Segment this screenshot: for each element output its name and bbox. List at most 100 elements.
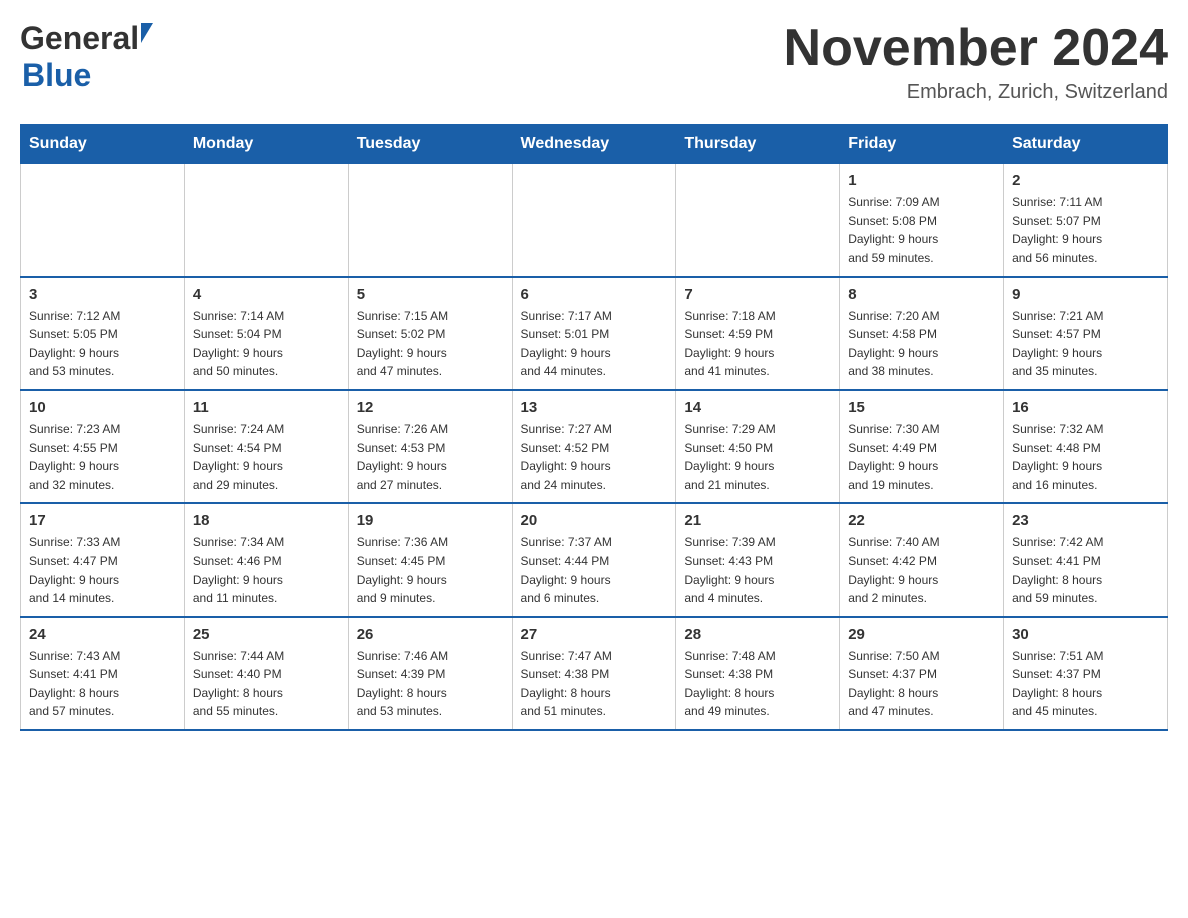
calendar-day-cell: 6 Sunrise: 7:17 AM Sunset: 5:01 PM Daylig… — [512, 277, 676, 390]
day-number: 16 — [1012, 399, 1159, 416]
calendar-week-row: 24Sunrise: 7:43 AM Sunset: 4:41 PM Dayli… — [21, 617, 1168, 730]
weekday-header-thursday: Thursday — [676, 125, 840, 164]
calendar-day-cell: 23 Sunrise: 7:42 AM Sunset: 4:41 PM Dayli… — [1004, 503, 1168, 616]
day-number: 13 — [521, 399, 668, 416]
day-info: Sunrise: 7:42 AM Sunset: 4:41 PM Dayligh… — [1012, 533, 1159, 607]
weekday-header-monday: Monday — [184, 125, 348, 164]
day-number: 9 — [1012, 286, 1159, 303]
weekday-header-wednesday: Wednesday — [512, 125, 676, 164]
calendar-day-cell: 25Sunrise: 7:44 AM Sunset: 4:40 PM Dayli… — [184, 617, 348, 730]
calendar-day-cell: 16 Sunrise: 7:32 AM Sunset: 4:48 PM Dayli… — [1004, 390, 1168, 503]
calendar-day-cell — [348, 164, 512, 277]
day-info: Sunrise: 7:18 AM Sunset: 4:59 PM Dayligh… — [684, 307, 831, 381]
day-info: Sunrise: 7:51 AM Sunset: 4:37 PM Dayligh… — [1012, 647, 1159, 721]
day-info: Sunrise: 7:36 AM Sunset: 4:45 PM Dayligh… — [357, 533, 504, 607]
day-number: 23 — [1012, 512, 1159, 529]
day-info: Sunrise: 7:17 AM Sunset: 5:01 PM Dayligh… — [521, 307, 668, 381]
day-number: 6 — [521, 286, 668, 303]
day-number: 4 — [193, 286, 340, 303]
calendar-header: SundayMondayTuesdayWednesdayThursdayFrid… — [21, 125, 1168, 164]
day-number: 22 — [848, 512, 995, 529]
day-number: 28 — [684, 626, 831, 643]
day-info: Sunrise: 7:15 AM Sunset: 5:02 PM Dayligh… — [357, 307, 504, 381]
page-header: General Blue November 2024 Embrach, Zuri… — [20, 20, 1168, 104]
day-number: 3 — [29, 286, 176, 303]
calendar-day-cell: 2Sunrise: 7:11 AM Sunset: 5:07 PM Daylig… — [1004, 164, 1168, 277]
day-number: 21 — [684, 512, 831, 529]
day-info: Sunrise: 7:43 AM Sunset: 4:41 PM Dayligh… — [29, 647, 176, 721]
calendar-day-cell: 14Sunrise: 7:29 AM Sunset: 4:50 PM Dayli… — [676, 390, 840, 503]
day-number: 30 — [1012, 626, 1159, 643]
day-info: Sunrise: 7:34 AM Sunset: 4:46 PM Dayligh… — [193, 533, 340, 607]
day-number: 2 — [1012, 172, 1159, 189]
day-number: 11 — [193, 399, 340, 416]
weekday-header-friday: Friday — [840, 125, 1004, 164]
day-number: 8 — [848, 286, 995, 303]
day-number: 15 — [848, 399, 995, 416]
calendar-day-cell: 17Sunrise: 7:33 AM Sunset: 4:47 PM Dayli… — [21, 503, 185, 616]
weekday-header-sunday: Sunday — [21, 125, 185, 164]
calendar-day-cell — [21, 164, 185, 277]
calendar-day-cell — [512, 164, 676, 277]
day-info: Sunrise: 7:39 AM Sunset: 4:43 PM Dayligh… — [684, 533, 831, 607]
calendar-day-cell: 4Sunrise: 7:14 AM Sunset: 5:04 PM Daylig… — [184, 277, 348, 390]
day-info: Sunrise: 7:50 AM Sunset: 4:37 PM Dayligh… — [848, 647, 995, 721]
calendar-day-cell: 19Sunrise: 7:36 AM Sunset: 4:45 PM Dayli… — [348, 503, 512, 616]
calendar-day-cell: 11 Sunrise: 7:24 AM Sunset: 4:54 PM Dayli… — [184, 390, 348, 503]
calendar-day-cell: 9 Sunrise: 7:21 AM Sunset: 4:57 PM Daylig… — [1004, 277, 1168, 390]
day-number: 5 — [357, 286, 504, 303]
logo-general: General — [20, 20, 139, 57]
day-number: 14 — [684, 399, 831, 416]
day-info: Sunrise: 7:27 AM Sunset: 4:52 PM Dayligh… — [521, 420, 668, 494]
calendar-day-cell: 7 Sunrise: 7:18 AM Sunset: 4:59 PM Daylig… — [676, 277, 840, 390]
calendar-day-cell: 1 Sunrise: 7:09 AM Sunset: 5:08 PM Daylig… — [840, 164, 1004, 277]
logo-blue: Blue — [20, 57, 91, 94]
day-info: Sunrise: 7:26 AM Sunset: 4:53 PM Dayligh… — [357, 420, 504, 494]
day-info: Sunrise: 7:44 AM Sunset: 4:40 PM Dayligh… — [193, 647, 340, 721]
day-number: 20 — [521, 512, 668, 529]
calendar-day-cell: 29Sunrise: 7:50 AM Sunset: 4:37 PM Dayli… — [840, 617, 1004, 730]
calendar-day-cell: 8 Sunrise: 7:20 AM Sunset: 4:58 PM Daylig… — [840, 277, 1004, 390]
day-info: Sunrise: 7:37 AM Sunset: 4:44 PM Dayligh… — [521, 533, 668, 607]
day-info: Sunrise: 7:24 AM Sunset: 4:54 PM Dayligh… — [193, 420, 340, 494]
day-info: Sunrise: 7:12 AM Sunset: 5:05 PM Dayligh… — [29, 307, 176, 381]
day-info: Sunrise: 7:46 AM Sunset: 4:39 PM Dayligh… — [357, 647, 504, 721]
day-number: 27 — [521, 626, 668, 643]
weekday-header-row: SundayMondayTuesdayWednesdayThursdayFrid… — [21, 125, 1168, 164]
calendar-day-cell: 18 Sunrise: 7:34 AM Sunset: 4:46 PM Dayli… — [184, 503, 348, 616]
day-number: 17 — [29, 512, 176, 529]
calendar-day-cell: 13 Sunrise: 7:27 AM Sunset: 4:52 PM Dayli… — [512, 390, 676, 503]
calendar-day-cell: 10Sunrise: 7:23 AM Sunset: 4:55 PM Dayli… — [21, 390, 185, 503]
calendar-day-cell: 27 Sunrise: 7:47 AM Sunset: 4:38 PM Dayli… — [512, 617, 676, 730]
calendar-week-row: 3 Sunrise: 7:12 AM Sunset: 5:05 PM Daylig… — [21, 277, 1168, 390]
calendar-day-cell: 22 Sunrise: 7:40 AM Sunset: 4:42 PM Dayli… — [840, 503, 1004, 616]
title-area: November 2024 Embrach, Zurich, Switzerla… — [784, 20, 1168, 104]
location: Embrach, Zurich, Switzerland — [784, 81, 1168, 104]
day-info: Sunrise: 7:09 AM Sunset: 5:08 PM Dayligh… — [848, 193, 995, 267]
day-info: Sunrise: 7:32 AM Sunset: 4:48 PM Dayligh… — [1012, 420, 1159, 494]
calendar-day-cell: 5 Sunrise: 7:15 AM Sunset: 5:02 PM Daylig… — [348, 277, 512, 390]
day-number: 1 — [848, 172, 995, 189]
day-info: Sunrise: 7:21 AM Sunset: 4:57 PM Dayligh… — [1012, 307, 1159, 381]
calendar-week-row: 17Sunrise: 7:33 AM Sunset: 4:47 PM Dayli… — [21, 503, 1168, 616]
day-info: Sunrise: 7:48 AM Sunset: 4:38 PM Dayligh… — [684, 647, 831, 721]
day-info: Sunrise: 7:47 AM Sunset: 4:38 PM Dayligh… — [521, 647, 668, 721]
day-number: 7 — [684, 286, 831, 303]
calendar-day-cell — [184, 164, 348, 277]
calendar-day-cell: 30 Sunrise: 7:51 AM Sunset: 4:37 PM Dayli… — [1004, 617, 1168, 730]
calendar-week-row: 1 Sunrise: 7:09 AM Sunset: 5:08 PM Daylig… — [21, 164, 1168, 277]
calendar-day-cell: 3 Sunrise: 7:12 AM Sunset: 5:05 PM Daylig… — [21, 277, 185, 390]
day-info: Sunrise: 7:40 AM Sunset: 4:42 PM Dayligh… — [848, 533, 995, 607]
day-info: Sunrise: 7:30 AM Sunset: 4:49 PM Dayligh… — [848, 420, 995, 494]
calendar-week-row: 10Sunrise: 7:23 AM Sunset: 4:55 PM Dayli… — [21, 390, 1168, 503]
weekday-header-tuesday: Tuesday — [348, 125, 512, 164]
day-number: 18 — [193, 512, 340, 529]
calendar-day-cell: 12Sunrise: 7:26 AM Sunset: 4:53 PM Dayli… — [348, 390, 512, 503]
calendar-day-cell: 24Sunrise: 7:43 AM Sunset: 4:41 PM Dayli… — [21, 617, 185, 730]
calendar-day-cell — [676, 164, 840, 277]
month-title: November 2024 — [784, 20, 1168, 77]
calendar-day-cell: 15 Sunrise: 7:30 AM Sunset: 4:49 PM Dayli… — [840, 390, 1004, 503]
day-info: Sunrise: 7:20 AM Sunset: 4:58 PM Dayligh… — [848, 307, 995, 381]
calendar-table: SundayMondayTuesdayWednesdayThursdayFrid… — [20, 124, 1168, 731]
day-number: 26 — [357, 626, 504, 643]
